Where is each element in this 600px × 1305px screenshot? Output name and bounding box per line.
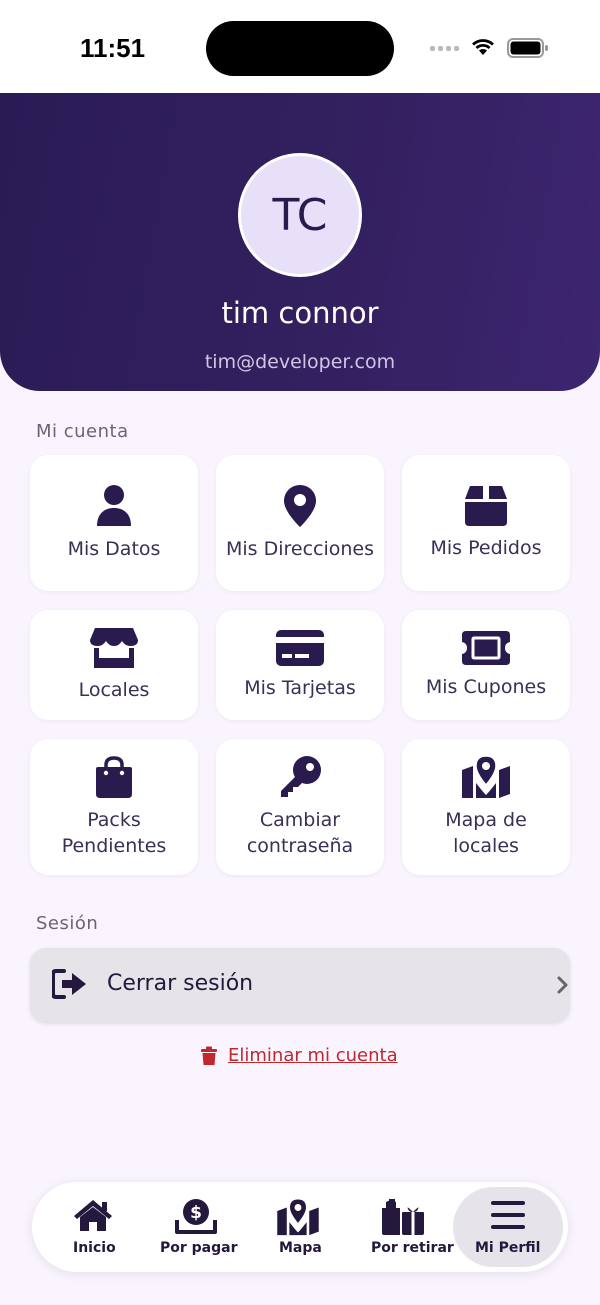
status-bar: 11:51 xyxy=(0,0,600,93)
bottom-navigation: Inicio $ Por pagar Mapa Por retirar Mi P… xyxy=(32,1182,568,1272)
nav-item-por-pagar[interactable]: $ Por pagar xyxy=(144,1182,246,1272)
logout-icon xyxy=(52,969,86,999)
tile-mis-datos[interactable]: Mis Datos xyxy=(30,455,198,591)
tile-mis-cupones[interactable]: Mis Cupones xyxy=(402,610,570,720)
tile-label: Mapa de locales xyxy=(445,809,527,857)
nav-item-inicio[interactable]: Inicio xyxy=(52,1182,134,1272)
tile-label: Mis Direcciones xyxy=(225,538,375,560)
tile-cambiar-contrasena[interactable]: Cambiar contraseña xyxy=(216,739,384,875)
svg-text:$: $ xyxy=(190,1203,202,1223)
ticket-icon xyxy=(462,631,510,665)
tile-mis-tarjetas[interactable]: Mis Tarjetas xyxy=(216,610,384,720)
map-location-icon xyxy=(462,755,510,798)
profile-name: tim connor xyxy=(221,296,379,330)
home-icon xyxy=(74,1200,112,1231)
chevron-right-icon xyxy=(557,976,568,994)
section-title-account: Mi cuenta xyxy=(36,421,129,442)
location-pin-icon xyxy=(284,485,316,527)
tile-label: Mis Datos xyxy=(67,538,161,560)
key-icon xyxy=(281,756,321,797)
avatar[interactable]: TC xyxy=(238,153,362,277)
profile-email: tim@developer.com xyxy=(204,351,396,373)
gift-icon xyxy=(382,1199,424,1235)
nav-item-por-retirar[interactable]: Por retirar xyxy=(358,1182,454,1272)
trash-icon xyxy=(201,1046,217,1065)
nav-label: Por pagar xyxy=(160,1240,238,1256)
tile-mapa-de-locales[interactable]: Mapa de locales xyxy=(402,739,570,875)
status-time: 11:51 xyxy=(80,33,146,63)
avatar-initials: TC xyxy=(272,189,328,241)
wifi-icon xyxy=(472,39,494,55)
profile-header: TC tim connor tim@developer.com xyxy=(0,93,600,391)
user-icon xyxy=(97,485,131,526)
nav-item-mi-perfil[interactable]: Mi Perfil xyxy=(453,1187,563,1267)
shopping-bag-icon xyxy=(96,756,132,798)
battery-icon xyxy=(507,38,548,58)
credit-card-icon xyxy=(276,630,324,666)
logout-button[interactable]: Cerrar sesión xyxy=(30,948,570,1022)
tile-label: Cambiar contraseña xyxy=(246,809,354,857)
map-icon xyxy=(277,1198,319,1236)
delete-account-label: Eliminar mi cuenta xyxy=(228,1045,398,1066)
nav-label: Inicio xyxy=(73,1240,116,1256)
store-icon xyxy=(90,628,138,668)
pay-icon: $ xyxy=(175,1199,217,1234)
nav-label: Mi Perfil xyxy=(475,1240,541,1256)
box-icon xyxy=(465,486,507,526)
tile-label: Locales xyxy=(78,679,150,701)
logout-label: Cerrar sesión xyxy=(107,971,254,996)
nav-item-mapa[interactable]: Mapa xyxy=(262,1182,334,1272)
tile-label: Packs Pendientes xyxy=(61,809,167,857)
tile-label: Mis Tarjetas xyxy=(244,677,356,699)
section-title-session: Sesión xyxy=(36,913,99,934)
tile-mis-pedidos[interactable]: Mis Pedidos xyxy=(402,455,570,591)
nav-label: Mapa xyxy=(279,1240,322,1256)
tile-label: Mis Pedidos xyxy=(430,537,542,559)
menu-icon xyxy=(491,1201,525,1229)
tile-packs-pendientes[interactable]: Packs Pendientes xyxy=(30,739,198,875)
tile-locales[interactable]: Locales xyxy=(30,610,198,720)
tile-label: Mis Cupones xyxy=(425,676,547,698)
cellular-signal-icon xyxy=(430,46,459,51)
delete-account-link[interactable]: Eliminar mi cuenta xyxy=(200,1045,398,1066)
tile-mis-direcciones[interactable]: Mis Direcciones xyxy=(216,455,384,591)
dynamic-island xyxy=(206,21,394,76)
nav-label: Por retirar xyxy=(371,1240,454,1256)
